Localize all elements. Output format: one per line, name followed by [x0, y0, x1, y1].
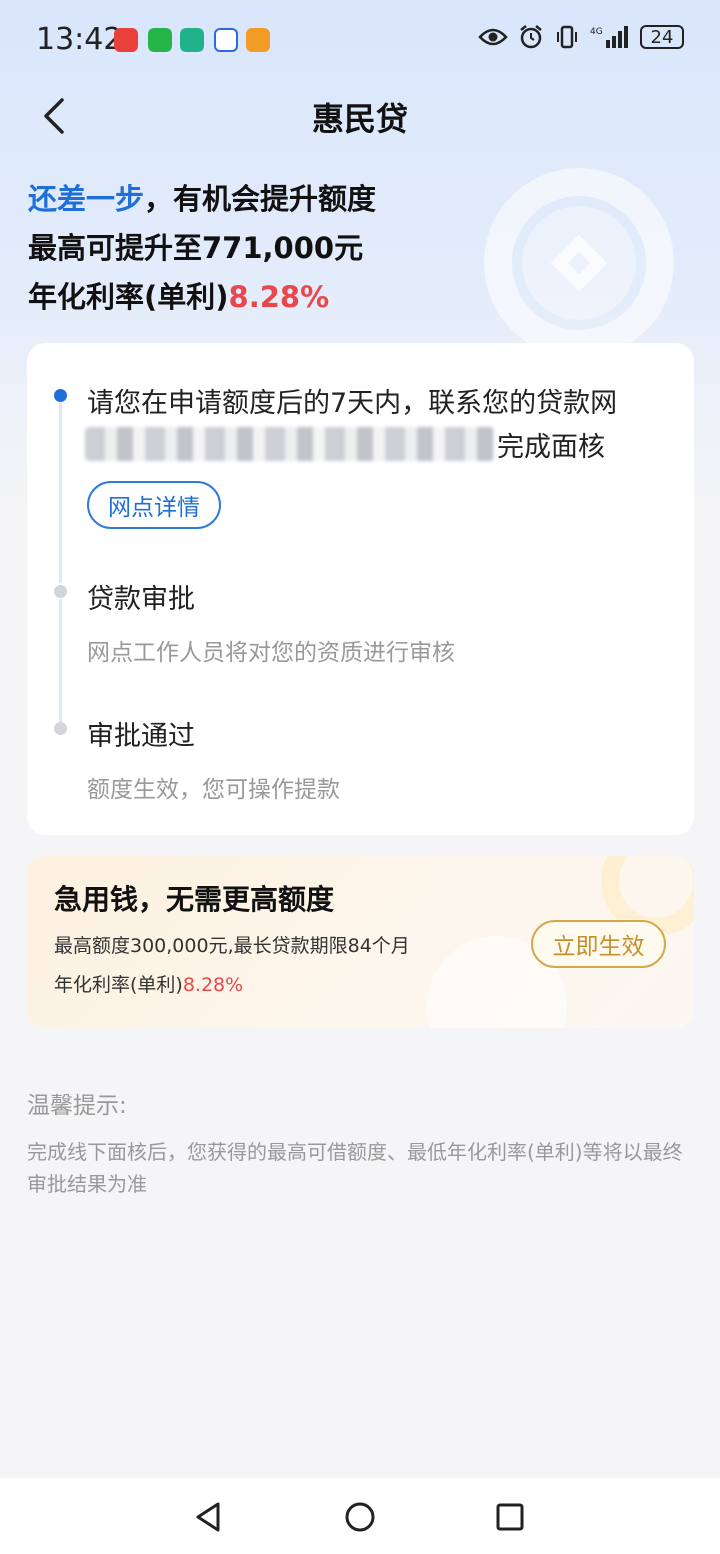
tips-title: 温馨提示:: [27, 1093, 127, 1119]
step-dot-active: [54, 389, 67, 402]
redacted-text: [85, 427, 495, 461]
recents-square-icon[interactable]: [493, 1500, 527, 1534]
back-triangle-icon[interactable]: [192, 1500, 226, 1534]
alarm-icon: [520, 25, 542, 49]
activate-now-button[interactable]: 立即生效: [531, 920, 666, 968]
offer-rate: 年化利率(单利)8.28%: [54, 970, 243, 997]
offer-rate-value: 8.28%: [182, 974, 244, 996]
signal-4g-icon: 4G: [590, 26, 628, 48]
coin-decoration: [522, 206, 636, 320]
hero-headline: 还差一步，有机会提升额度: [28, 176, 376, 218]
status-bar: 13:42 4G 24: [0, 0, 720, 84]
step2-title: 贷款审批: [87, 584, 195, 615]
page-title: 惠民贷: [311, 100, 408, 138]
tips-body: 完成线下面核后，您获得的最高可借额度、最低年化利率(单利)等将以最终审批结果为准: [27, 1140, 683, 1196]
step1-text-line2-end: 完成面核: [497, 432, 605, 463]
app-notification-icon: [214, 28, 238, 52]
eye-icon: [478, 28, 508, 46]
system-nav-bar: [0, 1478, 720, 1554]
step2-desc: 网点工作人员将对您的资质进行审核: [87, 640, 455, 666]
hero-highlight: 还差一步: [28, 182, 145, 216]
home-circle-icon[interactable]: [343, 1500, 377, 1534]
status-time: 13:42: [36, 22, 123, 57]
offer-title: 急用钱，无需更高额度: [54, 883, 335, 916]
svg-text:4G: 4G: [590, 27, 603, 37]
battery-icon: 24: [640, 25, 684, 49]
step3-title: 审批通过: [87, 721, 195, 752]
wechat-notification-icon: [148, 28, 172, 52]
hero-rate-label: 年化利率(单利): [28, 280, 229, 314]
outlet-details-button[interactable]: 网点详情: [87, 481, 221, 529]
hero-rate-value: 8.28%: [228, 280, 330, 314]
step-dot: [54, 585, 67, 598]
step-connector: [59, 599, 62, 725]
app-notification-icon: [180, 28, 204, 52]
step3-desc: 额度生效，您可操作提款: [87, 777, 340, 803]
step1-text-line1: 请您在申请额度后的7天内，联系您的贷款网: [87, 388, 618, 419]
offer-rate-label: 年化利率(单利): [54, 974, 183, 996]
hero-headline-rest: ，有机会提升额度: [144, 182, 377, 216]
app-notification-icon: [246, 28, 270, 52]
step-connector: [59, 403, 62, 583]
hero-rate: 年化利率(单利)8.28%: [28, 274, 329, 316]
vibrate-icon: [557, 25, 577, 49]
step-dot: [54, 722, 67, 735]
steps-card: 请您在申请额度后的7天内，联系您的贷款网 完成面核 网点详情 贷款审批 网点工作…: [27, 343, 694, 835]
offer-detail: 最高额度300,000元,最长贷款期限84个月: [54, 935, 410, 957]
app-notification-icon: [114, 28, 138, 52]
quick-loan-card: 急用钱，无需更高额度 最高额度300,000元,最长贷款期限84个月 年化利率(…: [27, 856, 694, 1028]
hero-max-limit: 最高可提升至771,000元: [28, 231, 364, 265]
